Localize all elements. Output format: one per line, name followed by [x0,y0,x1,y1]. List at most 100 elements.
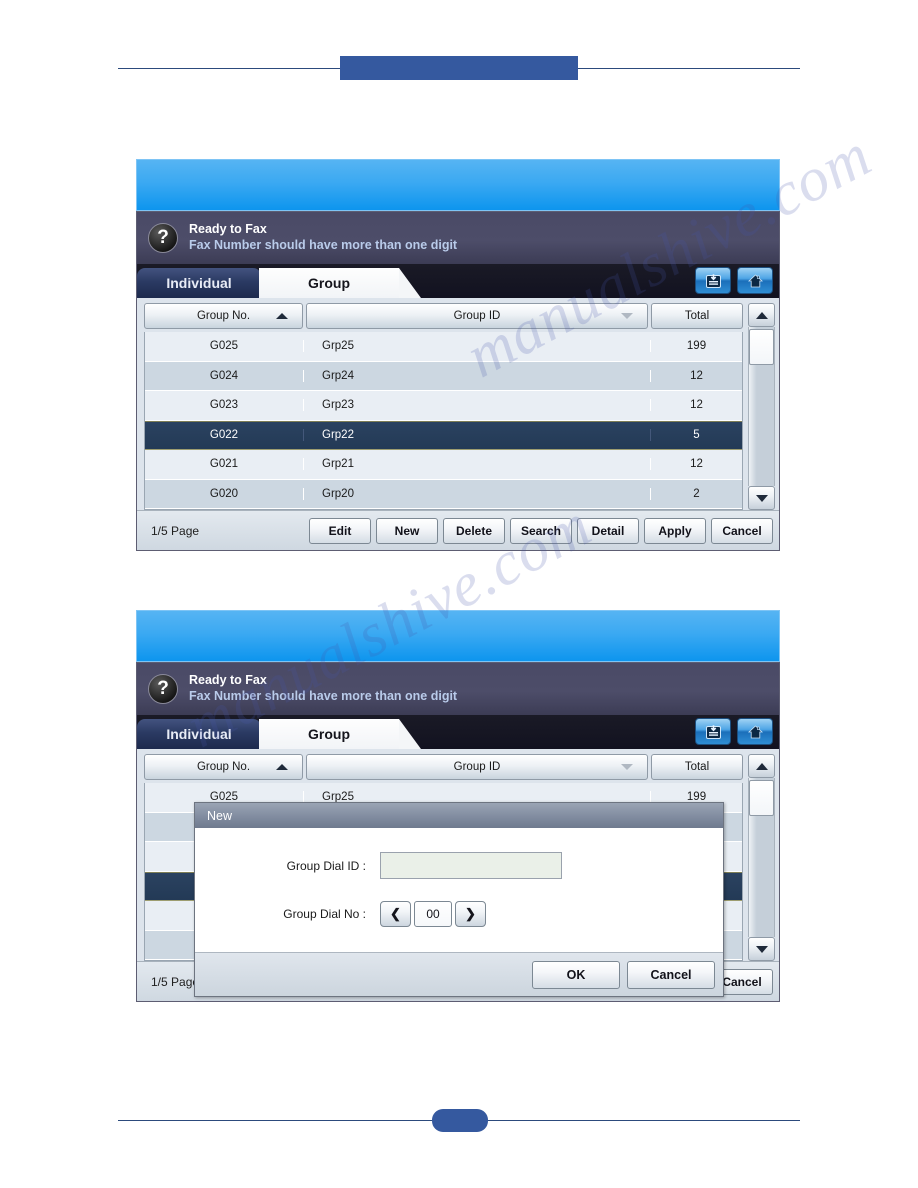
page-indicator: 1/5 Page [151,523,200,538]
cell-total: 2 [650,487,742,500]
table-header-row: Group No. Group ID Total [144,303,743,329]
action-button-bar: 1/5 Page Edit New Delete Search Detail A… [137,510,779,550]
status-secondary-text: Fax Number should have more than one dig… [189,238,458,252]
apply-button[interactable]: Apply [644,517,706,544]
group-dial-no-row: Group Dial No : ❮ 00 ❯ [195,901,723,927]
table-row[interactable]: G025 Grp25 199 [145,332,742,362]
search-button[interactable]: Search [510,517,572,544]
scroll-up-button[interactable] [748,754,775,778]
column-header-total[interactable]: Total [651,303,743,329]
tab-tools [695,718,773,745]
table-body: G025 Grp25 199 G024 Grp24 12 G023 Grp23 … [144,332,743,510]
column-header-group-id-label: Group ID [453,761,501,773]
group-dial-no-value[interactable]: 00 [414,901,452,927]
cell-group-no: G025 [145,340,304,353]
group-dial-id-input[interactable] [380,852,562,879]
cell-total: 199 [650,340,742,353]
header-band [340,56,578,80]
panel-banner [136,610,780,662]
cell-group-id: Grp24 [322,369,354,382]
column-header-group-no-label: Group No. [196,310,251,322]
vertical-scrollbar[interactable] [748,754,775,961]
table-row[interactable]: G024 Grp24 12 [145,361,742,391]
table-row[interactable]: G020 Grp20 2 [145,479,742,509]
chevron-down-icon [755,494,768,502]
status-primary-text: Ready to Fax [189,673,267,688]
chevron-down-icon [755,945,768,953]
column-header-group-id[interactable]: Group ID [306,303,648,329]
panel-banner [136,159,780,211]
edit-button[interactable]: Edit [309,517,371,544]
tab-individual[interactable]: Individual [137,719,261,749]
cell-group-no: G022 [145,429,304,442]
status-secondary-text: Fax Number should have more than one dig… [189,689,458,703]
table-row[interactable]: G023 Grp23 12 [145,391,742,421]
dialog-cancel-button[interactable]: Cancel [627,960,715,989]
question-mark-icon[interactable]: ? [148,674,178,704]
tab-tools [695,267,773,294]
column-header-group-no[interactable]: Group No. [144,754,303,780]
cell-group-id: Grp20 [322,487,354,500]
scrollbar-thumb[interactable] [749,780,774,816]
sort-descending-icon [621,313,633,319]
scrollbar-track[interactable] [748,327,775,486]
scroll-up-button[interactable] [748,303,775,327]
sort-ascending-icon [276,764,288,770]
group-dial-id-label: Group Dial ID : [286,858,366,873]
table-row[interactable]: G021 Grp21 12 [145,450,742,480]
column-header-total-label: Total [684,761,710,773]
tab-group[interactable]: Group [259,268,421,298]
status-bar: ? Ready to Fax Fax Number should have mo… [137,663,779,715]
table-row-selected[interactable]: G022 Grp22 5 [145,420,742,450]
dialog-footer: OK Cancel [195,952,723,996]
cell-total: 12 [650,458,742,471]
scroll-down-button[interactable] [748,937,775,961]
new-button[interactable]: New [376,517,438,544]
delete-button[interactable]: Delete [443,517,505,544]
printer-screen: ? Ready to Fax Fax Number should have mo… [136,662,780,1002]
cell-group-no: G021 [145,458,304,471]
vertical-scrollbar[interactable] [748,303,775,510]
dialog-ok-button[interactable]: OK [532,960,620,989]
new-group-dialog: New Group Dial ID : Group Dial No : ❮ 00… [194,802,724,997]
column-header-total[interactable]: Total [651,754,743,780]
cancel-button[interactable]: Cancel [711,517,773,544]
tab-group[interactable]: Group [259,719,421,749]
cell-group-no: G023 [145,399,304,412]
scrollbar-track[interactable] [748,778,775,937]
fax-group-new-dialog-panel: ? Ready to Fax Fax Number should have mo… [136,610,780,1002]
cell-group-id: Grp25 [322,340,354,353]
tab-individual[interactable]: Individual [137,268,261,298]
cell-total: 5 [650,429,742,442]
status-primary-text: Ready to Fax [189,222,267,237]
printer-screen: ? Ready to Fax Fax Number should have mo… [136,211,780,551]
group-dial-no-stepper: ❮ 00 ❯ [380,901,486,927]
detail-button[interactable]: Detail [577,517,639,544]
fax-group-list-panel: ? Ready to Fax Fax Number should have mo… [136,159,780,551]
tab-bar: Individual Group [137,715,779,749]
page-number-badge [432,1109,488,1132]
chevron-left-icon[interactable]: ❮ [380,901,411,927]
cell-total: 12 [650,399,742,412]
scroll-down-button[interactable] [748,486,775,510]
dialog-title: New [195,803,723,828]
column-header-group-id[interactable]: Group ID [306,754,648,780]
scrollbar-thumb[interactable] [749,329,774,365]
column-header-total-label: Total [684,310,710,322]
cell-group-id: Grp22 [322,429,354,442]
home-icon[interactable] [737,718,773,745]
column-header-group-no[interactable]: Group No. [144,303,303,329]
chevron-up-icon [755,311,768,319]
column-header-group-no-label: Group No. [196,761,251,773]
status-bar: ? Ready to Fax Fax Number should have mo… [137,212,779,264]
chevron-right-icon[interactable]: ❯ [455,901,486,927]
home-icon[interactable] [737,267,773,294]
cell-group-no: G020 [145,487,304,500]
save-to-list-icon[interactable] [695,267,731,294]
save-to-list-icon[interactable] [695,718,731,745]
tab-bar: Individual Group [137,264,779,298]
cell-group-no: G024 [145,369,304,382]
question-mark-icon[interactable]: ? [148,223,178,253]
dialog-body: Group Dial ID : Group Dial No : ❮ 00 ❯ [195,828,723,952]
chevron-up-icon [755,762,768,770]
